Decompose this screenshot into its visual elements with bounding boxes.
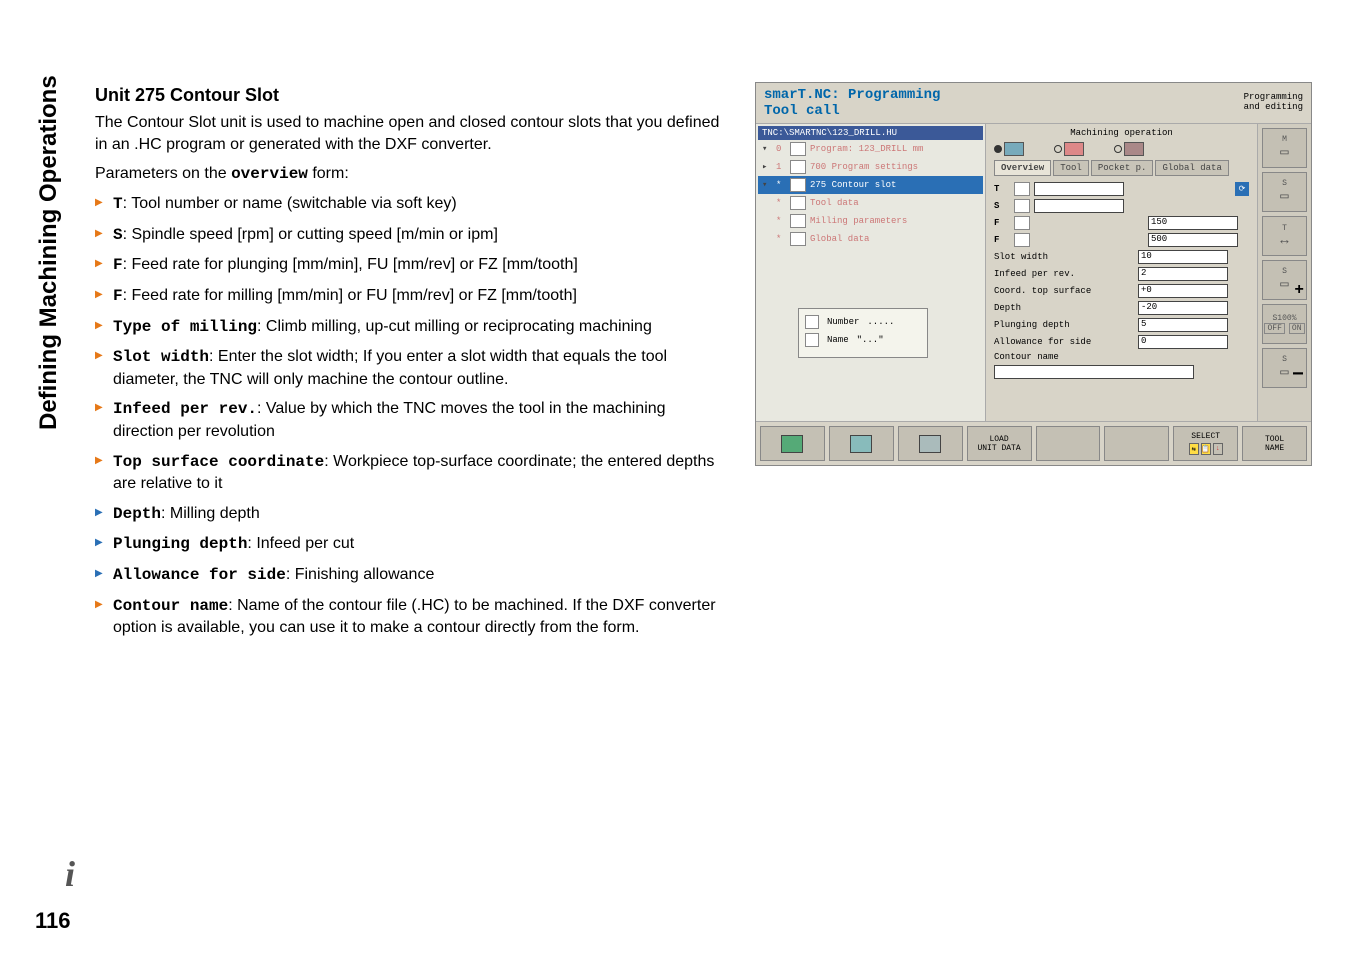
spindle-icon bbox=[1014, 199, 1030, 213]
feed-plunge-icon bbox=[1014, 216, 1030, 230]
tree-row[interactable]: ▾*275 Contour slot bbox=[758, 176, 983, 194]
tree-item-icon bbox=[790, 142, 806, 156]
sb-s2[interactable]: S▭+ bbox=[1262, 260, 1307, 300]
feed-mill-icon bbox=[1014, 233, 1030, 247]
tree-row[interactable]: ▸1700 Program settings bbox=[758, 158, 983, 176]
parameter-item: Slot width: Enter the slot width; If you… bbox=[95, 346, 725, 390]
parameter-item: Type of milling: Climb milling, up-cut m… bbox=[95, 316, 725, 339]
radio-op-3[interactable] bbox=[1114, 142, 1144, 156]
tree-item-icon bbox=[790, 178, 806, 192]
softkey-2[interactable] bbox=[829, 426, 894, 461]
heading: Unit 275 Contour Slot bbox=[95, 85, 725, 106]
machining-operation-label: Machining operation bbox=[994, 128, 1249, 138]
status-mode: Programmingand editing bbox=[1244, 93, 1303, 113]
tab-tool[interactable]: Tool bbox=[1053, 160, 1089, 176]
number-icon bbox=[805, 315, 819, 329]
form-panel: Machining operation Overview Tool Pocket… bbox=[986, 124, 1257, 424]
s-icon: ▭ bbox=[1280, 188, 1288, 205]
softkey-1[interactable] bbox=[760, 426, 825, 461]
slot-width-input[interactable]: 10 bbox=[1138, 250, 1228, 264]
sb-m[interactable]: M▭ bbox=[1262, 128, 1307, 168]
tab-overview[interactable]: Overview bbox=[994, 160, 1051, 176]
m-icon: ▭ bbox=[1280, 144, 1288, 161]
tree-row[interactable]: *Global data bbox=[758, 230, 983, 248]
right-sidebar: M▭ S▭ T↔ S▭+ S100%OFFON S▭− bbox=[1257, 124, 1311, 424]
software-screenshot: smarT.NC: Programming Tool call Programm… bbox=[755, 82, 1312, 466]
tree-row[interactable]: ▾0Program: 123_DRILL mm bbox=[758, 140, 983, 158]
parameter-item: Contour name: Name of the contour file (… bbox=[95, 595, 725, 639]
plus-icon: + bbox=[1294, 281, 1304, 299]
file-path: TNC:\SMARTNC\123_DRILL.HU bbox=[758, 126, 983, 140]
tab-global[interactable]: Global data bbox=[1155, 160, 1228, 176]
tree-item-icon bbox=[790, 232, 806, 246]
sb-t[interactable]: T↔ bbox=[1262, 216, 1307, 256]
tool-icon bbox=[1014, 182, 1030, 196]
tree-item-icon bbox=[790, 214, 806, 228]
softkey-load-unit-data[interactable]: LOADUNIT DATA bbox=[967, 426, 1032, 461]
app-subtitle: Tool call bbox=[764, 103, 840, 119]
parameter-item: Plunging depth: Infeed per cut bbox=[95, 533, 725, 556]
plunging-input[interactable]: 5 bbox=[1138, 318, 1228, 332]
softkey-3[interactable] bbox=[898, 426, 963, 461]
allowance-input[interactable]: 0 bbox=[1138, 335, 1228, 349]
f-mill-input[interactable]: 500 bbox=[1148, 233, 1238, 247]
parameter-list: T: Tool number or name (switchable via s… bbox=[95, 193, 725, 639]
t-icon: ↔ bbox=[1280, 233, 1288, 249]
titlebar: smarT.NC: Programming Tool call Programm… bbox=[756, 83, 1311, 124]
softkey-6[interactable] bbox=[1104, 426, 1169, 461]
parameter-item: Allowance for side: Finishing allowance bbox=[95, 564, 725, 587]
parameter-item: T: Tool number or name (switchable via s… bbox=[95, 193, 725, 216]
f-plunge-input[interactable]: 150 bbox=[1148, 216, 1238, 230]
radio-op-2[interactable] bbox=[1054, 142, 1084, 156]
name-icon bbox=[805, 333, 819, 347]
parameter-item: Infeed per rev.: Value by which the TNC … bbox=[95, 398, 725, 442]
main-content: Unit 275 Contour Slot The Contour Slot u… bbox=[95, 85, 725, 647]
radio-op-1[interactable] bbox=[994, 142, 1024, 156]
section-title-vertical: Defining Machining Operations bbox=[35, 75, 63, 430]
sb-s[interactable]: S▭ bbox=[1262, 172, 1307, 212]
tree-panel: TNC:\SMARTNC\123_DRILL.HU ▾0Program: 123… bbox=[756, 124, 986, 424]
page-number: 116 bbox=[35, 908, 71, 934]
softkey-tool-name[interactable]: TOOLNAME bbox=[1242, 426, 1307, 461]
parameter-item: F: Feed rate for plunging [mm/min], FU [… bbox=[95, 254, 725, 277]
contour-name-input[interactable] bbox=[994, 365, 1194, 379]
overview-line: Parameters on the overview form: bbox=[95, 165, 725, 183]
intro-paragraph: The Contour Slot unit is used to machine… bbox=[95, 112, 725, 155]
t-input[interactable] bbox=[1034, 182, 1124, 196]
coord-input[interactable]: +0 bbox=[1138, 284, 1228, 298]
tree-row[interactable]: *Tool data bbox=[758, 194, 983, 212]
operation-radio-row bbox=[994, 142, 1249, 156]
parameter-item: F: Feed rate for milling [mm/min] or FU … bbox=[95, 285, 725, 308]
parameter-item: Depth: Milling depth bbox=[95, 503, 725, 526]
refresh-icon[interactable]: ⟳ bbox=[1235, 182, 1249, 196]
s-input[interactable] bbox=[1034, 199, 1124, 213]
infeed-input[interactable]: 2 bbox=[1138, 267, 1228, 281]
tree-item-icon bbox=[790, 160, 806, 174]
parameter-item: S: Spindle speed [rpm] or cutting speed … bbox=[95, 224, 725, 247]
number-name-box: Number..... Name"..." bbox=[798, 308, 928, 358]
s2-icon: ▭ bbox=[1280, 276, 1288, 293]
softkey-select[interactable]: SELECT⇆📋↓ bbox=[1173, 426, 1238, 461]
sb-minus[interactable]: S▭− bbox=[1262, 348, 1307, 388]
tab-row: Overview Tool Pocket p. Global data bbox=[994, 160, 1249, 176]
softkey-row: LOADUNIT DATA SELECT⇆📋↓ TOOLNAME bbox=[756, 421, 1311, 465]
minus-icon: − bbox=[1292, 364, 1304, 387]
tree-row[interactable]: *Milling parameters bbox=[758, 212, 983, 230]
app-title: smarT.NC: Programming bbox=[764, 87, 940, 103]
softkey-5[interactable] bbox=[1036, 426, 1101, 461]
depth-input[interactable]: -20 bbox=[1138, 301, 1228, 315]
info-icon: i bbox=[50, 854, 90, 894]
tree-item-icon bbox=[790, 196, 806, 210]
tab-pocket[interactable]: Pocket p. bbox=[1091, 160, 1154, 176]
sb-s100[interactable]: S100%OFFON bbox=[1262, 304, 1307, 344]
parameter-item: Top surface coordinate: Workpiece top-su… bbox=[95, 451, 725, 495]
